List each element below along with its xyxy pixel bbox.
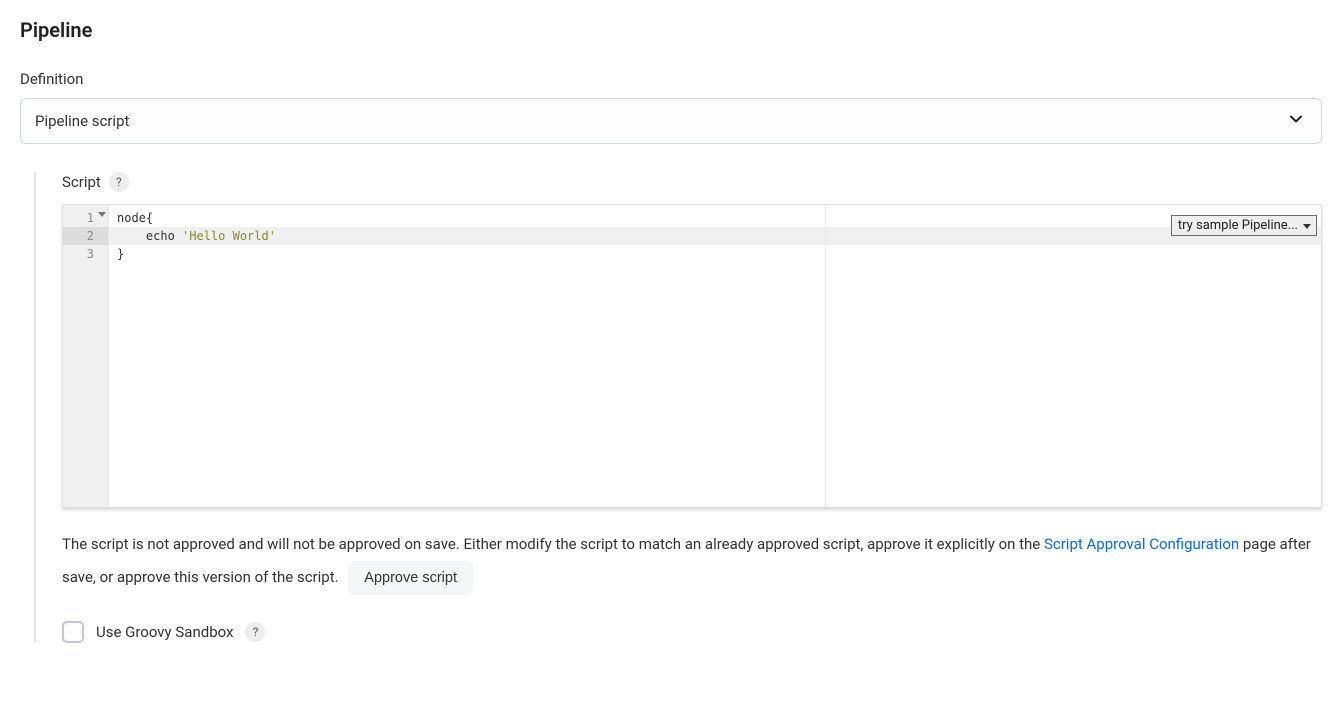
code-line: node{ — [109, 209, 1321, 227]
definition-label: Definition — [20, 70, 1322, 88]
fold-arrow-icon[interactable] — [98, 212, 106, 217]
script-label: Script — [62, 173, 101, 191]
sandbox-row: Use Groovy Sandbox ? — [62, 621, 1322, 643]
script-editor[interactable]: 1 2 3 node{ echo 'Hello World' } try sam… — [62, 204, 1322, 508]
editor-code-area[interactable]: node{ echo 'Hello World' } — [109, 205, 1321, 507]
script-section: Script ? 1 2 3 node{ echo 'Hello World' … — [34, 172, 1322, 643]
gutter-line: 3 — [63, 245, 108, 263]
chevron-down-icon — [1288, 111, 1304, 131]
sandbox-help-icon[interactable]: ? — [245, 622, 265, 642]
editor-gutter: 1 2 3 — [63, 205, 109, 507]
approve-script-button[interactable]: Approve script — [348, 561, 473, 595]
gutter-line: 1 — [63, 209, 108, 227]
script-approval-link[interactable]: Script Approval Configuration — [1044, 535, 1239, 553]
code-line: } — [109, 245, 1321, 263]
sample-pipeline-dropdown[interactable]: try sample Pipeline... — [1171, 215, 1317, 236]
warning-text: The script is not approved and will not … — [62, 535, 1044, 553]
approval-warning: The script is not approved and will not … — [62, 528, 1322, 595]
gutter-line: 2 — [63, 227, 108, 245]
sandbox-label: Use Groovy Sandbox — [96, 623, 233, 641]
sandbox-checkbox[interactable] — [62, 621, 84, 643]
section-title: Pipeline — [20, 18, 1322, 42]
code-line: echo 'Hello World' — [109, 227, 1321, 245]
script-help-icon[interactable]: ? — [109, 172, 129, 192]
definition-selected-value: Pipeline script — [35, 112, 129, 130]
definition-select[interactable]: Pipeline script — [20, 98, 1322, 144]
editor-ruler — [825, 205, 826, 507]
